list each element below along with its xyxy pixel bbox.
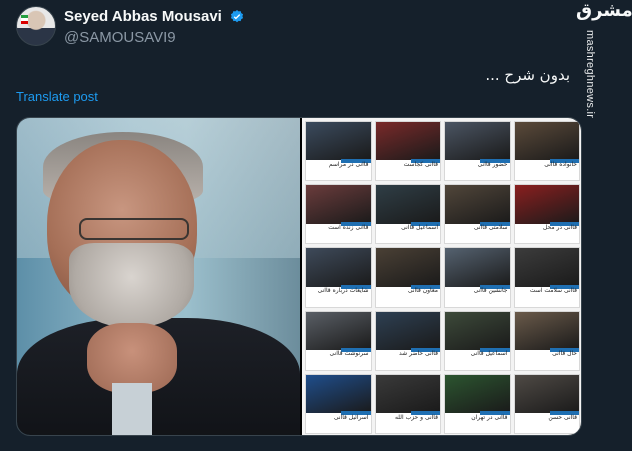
collage-tile-image bbox=[445, 374, 510, 414]
collage-tile-caption: خانواده قاآنی bbox=[544, 160, 577, 168]
collage-tile: شایعات درباره قاآنی bbox=[305, 247, 372, 308]
collage-tile-image bbox=[514, 374, 579, 414]
collage-tile: قاآنی زنده است bbox=[305, 184, 372, 245]
collage-tile-caption: شایعات درباره قاآنی bbox=[317, 287, 369, 295]
collage-tile-image bbox=[375, 374, 440, 414]
collage-tile-caption: قاآنی حاضر شد bbox=[399, 350, 438, 358]
collage-tile: سرنوشت قاآنی bbox=[305, 310, 372, 371]
collage-tile-image bbox=[445, 311, 510, 350]
collage-tile-caption: قاآنی کجاست bbox=[403, 160, 438, 168]
collage-tile-caption: سلامتی قاآنی bbox=[473, 223, 508, 231]
collage-tile: قاآنی در تهران bbox=[444, 373, 511, 434]
collage-tile-caption: قاآنی سلامت است bbox=[529, 287, 577, 295]
display-name[interactable]: Seyed Abbas Mousavi bbox=[64, 8, 222, 25]
collage-tile-caption: معاون قاآنی bbox=[407, 287, 438, 295]
photo-glasses bbox=[79, 218, 189, 240]
collage-tile: قاآنی در مراسم bbox=[305, 121, 372, 182]
collage-tile-image bbox=[375, 311, 440, 350]
collage-tile: قاآنی سلامت است bbox=[513, 247, 580, 308]
collage-tile-caption: حال قاآنی bbox=[552, 350, 577, 358]
collage-tile: خانواده قاآنی bbox=[513, 121, 580, 182]
collage-tile: اسماعیل قاآنی bbox=[374, 184, 441, 245]
collage-tile: قاآنی حسن bbox=[513, 373, 580, 434]
collage-tile-caption: جانشین قاآنی bbox=[473, 287, 508, 295]
news-collage[interactable]: قاآنی در مراسم قاآنی کجاست حضور قاآنی خانوا… bbox=[302, 118, 581, 435]
post-text: بدون شرح ... bbox=[485, 66, 570, 84]
collage-tile-caption: اسرائیل قاآنی bbox=[333, 413, 369, 421]
iran-flag-icon bbox=[21, 15, 28, 24]
collage-tile-caption: قاآنی در تهران bbox=[471, 413, 508, 421]
post-header: Seyed Abbas Mousavi @SAMOUSAVI9 bbox=[16, 6, 616, 50]
collage-tile-caption: قاآنی در محل bbox=[542, 223, 577, 231]
collage-tile: سلامتی قاآنی bbox=[444, 184, 511, 245]
collage-tile-caption: اسماعیل قاآنی bbox=[401, 223, 438, 231]
collage-tile-image bbox=[375, 122, 440, 161]
collage-tile-caption: قاآنی در مراسم bbox=[328, 160, 369, 168]
collage-tile: حال قاآنی bbox=[513, 310, 580, 371]
author-block: Seyed Abbas Mousavi @SAMOUSAVI9 bbox=[64, 8, 245, 46]
user-handle[interactable]: @SAMOUSAVI9 bbox=[64, 29, 245, 46]
collage-tile-caption: قاآنی حسن bbox=[548, 413, 577, 421]
collage-tile-image bbox=[514, 122, 579, 161]
collage-tile-image bbox=[306, 311, 371, 350]
collage-tile-caption: حضور قاآنی bbox=[477, 160, 508, 168]
photo-collar bbox=[112, 383, 152, 435]
collage-tile-image bbox=[445, 248, 510, 287]
collage-tile: اسرائیل قاآنی bbox=[305, 373, 372, 434]
collage-tile: قاآنی حاضر شد bbox=[374, 310, 441, 371]
collage-tile-image bbox=[514, 185, 579, 224]
collage-tile: حضور قاآنی bbox=[444, 121, 511, 182]
portrait-photo[interactable] bbox=[17, 118, 300, 435]
post-media[interactable]: قاآنی در مراسم قاآنی کجاست حضور قاآنی خانوا… bbox=[16, 117, 582, 436]
collage-tile-image bbox=[445, 185, 510, 224]
collage-tile-caption: سرنوشت قاآنی bbox=[329, 350, 369, 358]
collage-tile: قاآنی در محل bbox=[513, 184, 580, 245]
collage-tile-caption: قاآنی و حزب الله bbox=[394, 413, 438, 421]
mashregh-logo-icon: مشرق bbox=[576, 0, 632, 21]
collage-tile: قاآنی کجاست bbox=[374, 121, 441, 182]
collage-tile: معاون قاآنی bbox=[374, 247, 441, 308]
collage-tile-caption: اسماعیل قاآنی bbox=[470, 350, 508, 358]
photo-beard bbox=[69, 243, 194, 328]
collage-tile-image bbox=[306, 374, 371, 414]
collage-tile-image bbox=[445, 122, 510, 161]
collage-tile: قاآنی و حزب الله bbox=[374, 373, 441, 434]
collage-tile-image bbox=[306, 248, 371, 287]
collage-tile-caption: قاآنی زنده است bbox=[328, 223, 369, 231]
collage-tile: اسماعیل قاآنی bbox=[444, 310, 511, 371]
collage-tile-image bbox=[514, 311, 579, 350]
watermark-logo: مشرق mashreghnews.ir bbox=[576, 0, 632, 119]
translate-post-link[interactable]: Translate post bbox=[16, 89, 98, 104]
collage-tile-image bbox=[306, 185, 371, 224]
watermark-url: mashreghnews.ir bbox=[584, 30, 596, 119]
collage-tile-image bbox=[306, 122, 371, 161]
collage-tile-image bbox=[514, 248, 579, 287]
verified-badge-icon bbox=[231, 9, 244, 23]
collage-tile-image bbox=[375, 248, 440, 287]
collage-tile: جانشین قاآنی bbox=[444, 247, 511, 308]
collage-tile-image bbox=[375, 185, 440, 224]
avatar[interactable] bbox=[16, 6, 56, 46]
